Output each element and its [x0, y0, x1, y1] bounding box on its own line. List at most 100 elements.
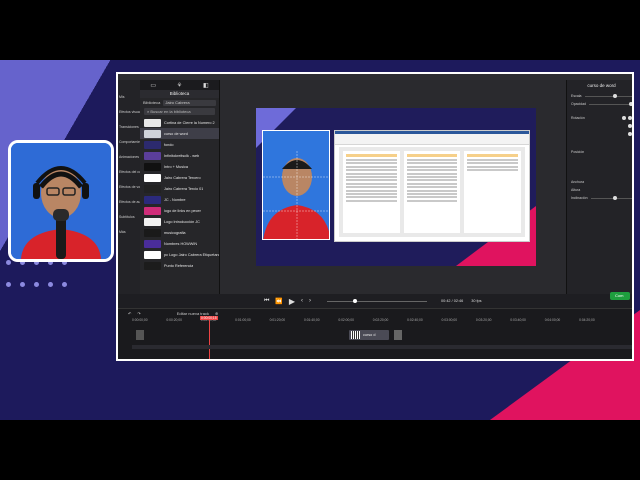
tool-strip-item[interactable]: Efectos de audio — [118, 196, 140, 211]
timeline-track: curso d — [132, 330, 632, 340]
library-item[interactable]: musicografia — [140, 227, 219, 238]
library-item[interactable]: Jairo Cabrera Tercero — [140, 172, 219, 183]
library-item[interactable]: logo de links en pecer — [140, 205, 219, 216]
library-item[interactable]: Infinitokreitsclk - web — [140, 150, 219, 161]
library-selector: Biblioteca Jairo Cabrera — [140, 98, 219, 107]
ruler-tick: 0:01:00;00 — [235, 318, 251, 322]
library-item[interactable]: Cortina de Cierre la Numero 2 — [140, 117, 219, 128]
play-icon[interactable]: ▶ — [289, 297, 295, 306]
rewind-icon[interactable]: ⏪ — [275, 298, 282, 305]
rotation-label: Rotación — [571, 116, 585, 120]
playback-scrubber[interactable] — [327, 299, 428, 303]
favorites-icon[interactable]: ◧ — [203, 82, 209, 89]
next-marker-icon[interactable]: › — [309, 298, 311, 304]
library-item-label: musicografia — [164, 230, 186, 235]
tool-strip-item[interactable]: Más — [118, 226, 140, 241]
skew-row: Inclinación — [567, 194, 632, 202]
ruler-tick: 0:04:20;00 — [579, 318, 595, 322]
rotation-dials[interactable] — [628, 132, 632, 136]
library-item-thumbnail — [144, 217, 161, 226]
library-search-input[interactable]: ⌕ Buscar en la biblioteca — [144, 108, 215, 115]
library-item[interactable]: Punto Referencia — [140, 260, 219, 271]
tool-strip-item[interactable]: Subtítulos — [118, 211, 140, 226]
library-item-label: Cortina de Cierre la Numero 2 — [164, 120, 215, 125]
playback-time: 00:42 / 02:46 — [441, 299, 464, 303]
word-page — [403, 151, 461, 233]
skew-slider[interactable] — [590, 196, 632, 200]
scale-slider[interactable] — [584, 94, 632, 98]
timeline-track — [132, 342, 632, 352]
library-item-label: pc Logo Jairo Cabrera Etiquetando... — [164, 252, 219, 257]
position-label: Posición — [571, 150, 585, 154]
library-item[interactable]: JC - Nombre — [140, 194, 219, 205]
library-item[interactable]: Nombres HOWWIN — [140, 238, 219, 249]
camtasia-window: Mis Efectos visuales Transiciones Compor… — [116, 72, 634, 361]
tool-strip-item[interactable]: Animaciones — [118, 151, 140, 166]
library-item-thumbnail — [144, 129, 161, 138]
height-label: Altura — [571, 188, 581, 192]
media-bin-icon[interactable]: ▭ — [150, 82, 156, 89]
library-panel: ▭ ⚘ ◧ Biblioteca Biblioteca Jairo Cabrer… — [140, 80, 220, 294]
library-dropdown[interactable]: Jairo Cabrera — [163, 99, 216, 106]
library-item-label: Intro + Musica — [164, 164, 188, 169]
tool-strip-item[interactable]: Transiciones — [118, 121, 140, 136]
word-page — [343, 151, 400, 233]
library-item-label: Jairo Cabrera Tercero — [164, 175, 201, 180]
library-item-thumbnail — [144, 151, 161, 160]
library-item[interactable]: curso de word — [140, 128, 219, 139]
library-item[interactable]: fondo — [140, 139, 219, 150]
library-item[interactable]: Logo Introducción JC — [140, 216, 219, 227]
tool-strip-item[interactable]: Efectos de voz — [118, 181, 140, 196]
opacity-label: Opacidad — [571, 102, 586, 106]
library-item-thumbnail — [144, 239, 161, 248]
height-row: Altura — [567, 186, 632, 194]
ruler-tick: 0:02:00;00 — [338, 318, 354, 322]
playback-fps: 30 fps — [471, 299, 482, 303]
opacity-slider[interactable] — [588, 102, 632, 106]
library-item-label: Logo Introducción JC — [164, 219, 200, 224]
tool-strip-item[interactable]: Efectos visuales — [118, 106, 140, 121]
opacity-row: Opacidad — [567, 100, 632, 108]
tool-strip-item[interactable] — [118, 80, 140, 91]
library-item[interactable]: Jairo Cabrera Tercio 01 — [140, 183, 219, 194]
redo-icon[interactable]: ↷ — [137, 311, 140, 316]
properties-title: curso de word — [587, 83, 616, 88]
library-item-thumbnail — [144, 261, 161, 270]
library-tabs: ▭ ⚘ ◧ — [140, 80, 219, 90]
word-document-clip[interactable] — [334, 130, 530, 242]
prev-marker-icon[interactable]: ‹ — [301, 298, 303, 304]
rotation-dials[interactable] — [628, 124, 632, 128]
ruler-tick: 0:02:20;00 — [372, 318, 389, 322]
library-icon[interactable]: ⚘ — [177, 82, 182, 89]
ruler-tick: 0:03:40;00 — [510, 318, 526, 322]
undo-icon[interactable]: ↶ — [128, 311, 131, 316]
zoom-icon[interactable]: ⊕ — [215, 311, 218, 316]
tool-strip-item[interactable]: Mis — [118, 91, 140, 106]
properties-panel: curso de word Escala Opacidad Rotación P… — [566, 80, 632, 294]
library-item[interactable]: pc Logo Jairo Cabrera Etiquetando... — [140, 249, 219, 260]
share-button[interactable]: Com — [610, 292, 630, 300]
webcam-overlay — [8, 140, 114, 262]
tool-strip-item[interactable]: Efectos del cursor — [118, 166, 140, 181]
timeline-panel: ↶ ↷ Editar nueva track ⊕ 0:00:00;00 0:00:… — [118, 308, 632, 359]
library-item-label: logo de links en pecer — [164, 208, 201, 213]
library-item[interactable]: Intro + Musica — [140, 161, 219, 172]
library-item-label: Jairo Cabrera Tercio 01 — [164, 186, 204, 191]
rotation-dials[interactable] — [622, 116, 632, 120]
step-back-icon[interactable]: ⏮ — [264, 298, 269, 305]
playhead-time: 0:00:00;15 — [200, 316, 218, 320]
canvas-webcam-clip[interactable] — [262, 130, 330, 240]
timeline-clip[interactable] — [394, 330, 402, 340]
preview-canvas[interactable] — [256, 108, 536, 266]
ruler-tick: 0:04:00;00 — [544, 318, 561, 322]
clip-label: curso d — [363, 333, 376, 337]
library-item-label: Punto Referencia — [164, 263, 194, 268]
timeline-clip-word[interactable]: curso d — [349, 330, 389, 340]
video-stage: Mis Efectos visuales Transiciones Compor… — [0, 60, 640, 420]
tool-strip: Mis Efectos visuales Transiciones Compor… — [118, 80, 140, 294]
timeline-clip[interactable] — [136, 330, 144, 340]
rotation-row: Rotación — [567, 114, 632, 122]
library-item-label: curso de word — [164, 131, 188, 136]
tool-strip-item[interactable]: Comportamientos — [118, 136, 140, 151]
ruler-tick: 0:03:00;00 — [441, 318, 458, 322]
